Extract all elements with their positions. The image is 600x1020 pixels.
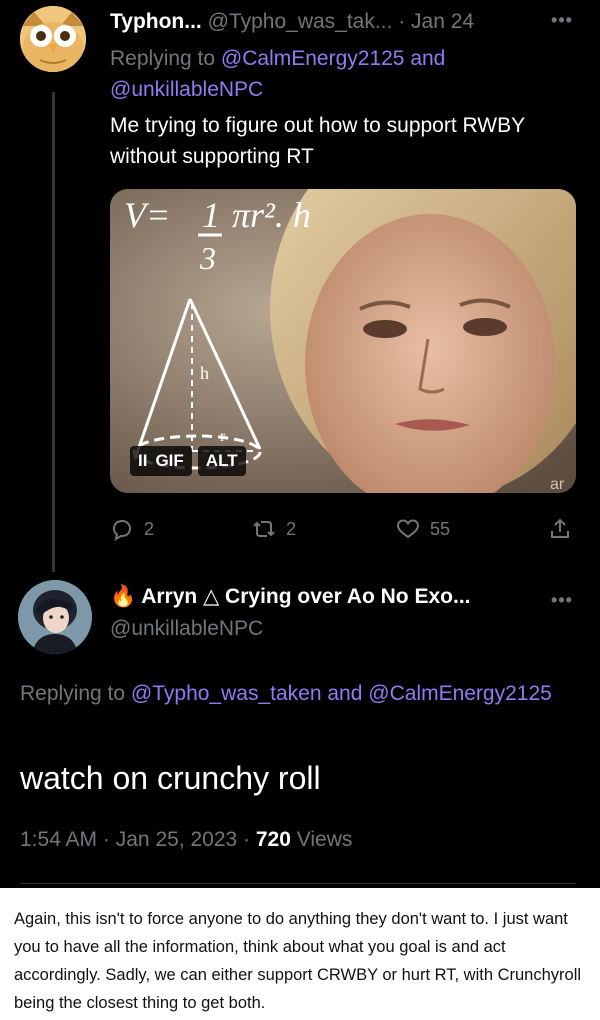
tweet2-name-row: 🔥 Arryn △ Crying over Ao No Exo...	[110, 584, 540, 609]
replying-prefix: Replying to	[20, 682, 126, 705]
tweet1-separator: ·	[398, 10, 406, 33]
reply-count: 2	[144, 518, 155, 539]
more-dots-icon[interactable]: •••	[544, 590, 580, 610]
retweet-icon	[253, 521, 275, 537]
replying-prefix: Replying to	[110, 47, 216, 70]
like-count: 55	[430, 518, 451, 539]
tweet2-body: watch on crunchy roll	[20, 760, 321, 796]
reply-icon	[112, 519, 132, 541]
tweet-thread-screenshot: Typhon... @Typho_was_tak... · Jan 24 •••…	[0, 0, 600, 888]
tweet2-display-name[interactable]: Arryn △ Crying over Ao No Exo...	[141, 585, 470, 608]
gif-label: GIF	[151, 446, 192, 476]
tweet1-body: Me trying to figure out how to support R…	[110, 114, 525, 168]
tweet1-display-name[interactable]: Typhon...	[110, 10, 202, 33]
tweet2-replying-to: Replying to @Typho_was_taken and @CalmEn…	[20, 678, 580, 709]
tweet1-date[interactable]: Jan 24	[411, 10, 474, 33]
formula-denominator: 3	[199, 240, 216, 276]
tweet2-date[interactable]: Jan 25, 2023	[116, 828, 237, 851]
caption-text: Again, this isn't to force anyone to do …	[14, 910, 582, 1012]
thread-connector-line	[52, 92, 55, 572]
share-icon	[551, 518, 569, 538]
cone-radius-label: r	[220, 428, 226, 445]
formula-v: V=	[124, 195, 170, 235]
reply-mention-calmenergy[interactable]: @CalmEnergy2125	[221, 47, 405, 70]
tweet1-header: Typhon... @Typho_was_tak... · Jan 24	[110, 10, 530, 40]
tweet2-time[interactable]: 1:54 AM	[20, 828, 97, 851]
retweet-count: 2	[286, 518, 297, 539]
gif-watermark: ar	[550, 476, 565, 493]
fire-icon: 🔥	[110, 585, 137, 608]
tweet1-handle[interactable]: @Typho_was_tak...	[208, 10, 393, 33]
meta-separator: ·	[243, 828, 251, 851]
like-button[interactable]: 55	[396, 512, 450, 546]
gif-controls: II GIF ALT	[130, 446, 246, 476]
meta-separator: ·	[102, 828, 110, 851]
owl-avatar[interactable]	[20, 6, 86, 72]
tweet2-meta: 1:54 AM · Jan 25, 2023 · 720 Views	[20, 828, 352, 852]
formula-numerator: 1	[202, 195, 220, 235]
views-count: 720	[255, 828, 291, 851]
retweet-button[interactable]: 2	[252, 512, 296, 546]
more-dots-icon[interactable]: •••	[544, 10, 580, 30]
alt-text-button[interactable]: ALT	[197, 446, 246, 476]
tweet2-handle[interactable]: @unkillableNPC	[110, 617, 263, 641]
share-button[interactable]	[548, 512, 582, 546]
divider	[20, 883, 576, 884]
reply-button[interactable]: 2	[110, 512, 154, 546]
reply-mention-typho[interactable]: @Typho_was_taken	[131, 682, 322, 705]
reply-and: and	[327, 682, 363, 705]
reply-and: and	[410, 47, 446, 70]
cone-height-label: h	[200, 363, 209, 383]
tweet1-action-bar: 2 2 55	[110, 512, 580, 546]
views-label: Views	[296, 828, 353, 851]
tweet1-replying-to: Replying to @CalmEnergy2125 and @unkilla…	[110, 43, 580, 105]
pause-icon[interactable]: II	[130, 446, 152, 476]
reply-mention-unkillable[interactable]: @unkillableNPC	[110, 78, 263, 101]
like-icon	[396, 519, 420, 539]
formula-rest: πr². h	[232, 195, 311, 235]
arryn-avatar[interactable]	[18, 580, 92, 654]
reply-mention-calmenergy[interactable]: @CalmEnergy2125	[368, 682, 552, 705]
